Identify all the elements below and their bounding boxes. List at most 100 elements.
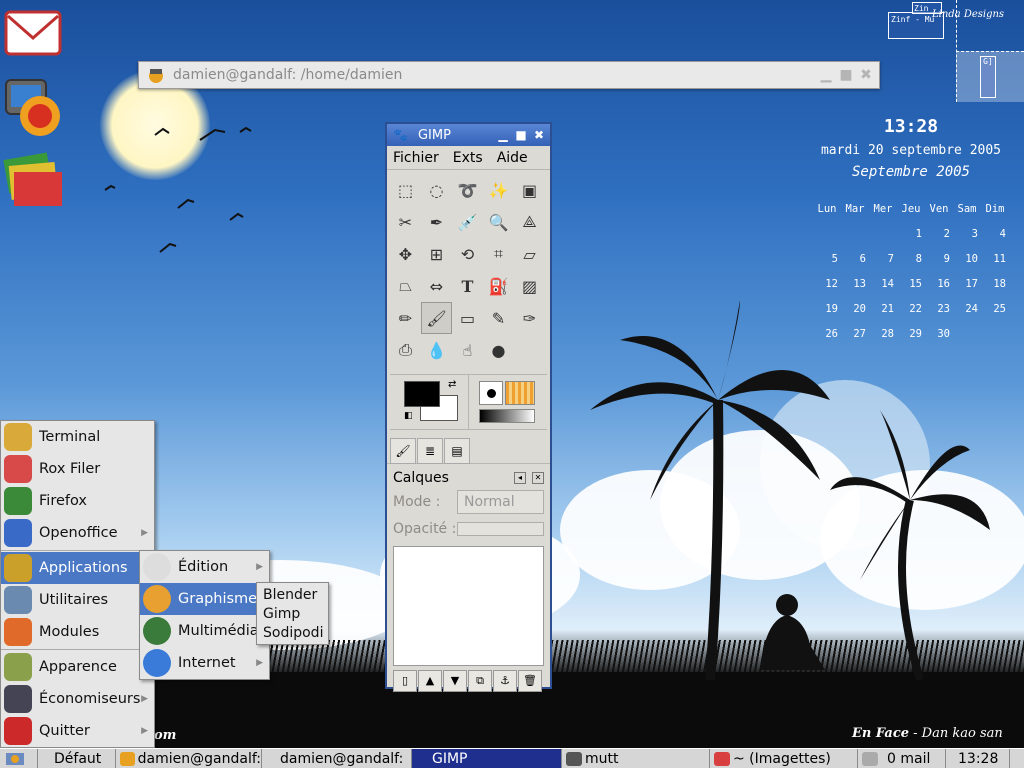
taskbar-task[interactable]: GIMP bbox=[412, 749, 562, 768]
submenu-item-app[interactable]: Gimp bbox=[257, 604, 328, 623]
brush-selector[interactable] bbox=[479, 381, 503, 405]
flip-icon[interactable]: ⇔ bbox=[421, 270, 452, 302]
tool-options-tab-icon[interactable]: 🖌 bbox=[390, 438, 416, 464]
ellipse-select-icon[interactable]: ◌ bbox=[421, 174, 452, 206]
minimize-button[interactable]: ▁ bbox=[496, 128, 510, 142]
transform-icon[interactable]: ⟲ bbox=[452, 238, 483, 270]
layer-list[interactable] bbox=[393, 546, 544, 666]
dock-menu-icon[interactable]: ◂ bbox=[514, 472, 526, 484]
menu-item-applications-gear[interactable]: Applications▶ bbox=[1, 552, 154, 584]
dock-close-icon[interactable]: ✕ bbox=[532, 472, 544, 484]
mail-envelope-icon[interactable] bbox=[2, 2, 66, 66]
align-icon[interactable]: ⊞ bbox=[421, 238, 452, 270]
menu-item-openoffice[interactable]: Openoffice ▶ bbox=[1, 517, 154, 549]
taskbar-task[interactable]: damien@gandalf: bbox=[262, 749, 412, 768]
layers-tab-icon[interactable]: ≣ bbox=[417, 438, 443, 464]
color-swatches: ⇄ ◧ bbox=[390, 375, 468, 429]
submenu-item-app[interactable]: Sodipodi bbox=[257, 623, 328, 642]
submenu-item-quill[interactable]: Édition ▶ bbox=[140, 551, 269, 583]
duplicate-layer-icon[interactable]: ⧉ bbox=[468, 670, 492, 692]
menu-item-appearance[interactable]: Apparence▶ bbox=[1, 651, 154, 683]
weekday-label: Lun bbox=[817, 202, 837, 215]
wallpaper-caption-fragment: om bbox=[154, 728, 177, 743]
calendar-week: 1 2 3 4 bbox=[813, 221, 1013, 246]
dodge-icon[interactable]: ● bbox=[483, 334, 514, 366]
close-button[interactable]: ✖ bbox=[532, 128, 546, 142]
menu-item-screensaver[interactable]: Économiseurs ▶ bbox=[1, 683, 154, 715]
submenu-item-palette[interactable]: Graphisme▶ bbox=[140, 583, 269, 615]
mode-select[interactable]: Normal bbox=[457, 489, 544, 514]
gimp-titlebar[interactable]: 🐾 GIMP ▁ ■ ✖ bbox=[387, 124, 550, 146]
taskbar-task[interactable]: mutt bbox=[562, 749, 710, 768]
color-select-icon[interactable]: ▣ bbox=[514, 174, 545, 206]
opacity-slider[interactable] bbox=[457, 521, 544, 536]
submenu-item-multimedia[interactable]: Multimédia▶ bbox=[140, 615, 269, 647]
firefox-icon bbox=[4, 487, 32, 515]
scissors-icon[interactable]: ✂ bbox=[390, 206, 421, 238]
menu-item-quit[interactable]: Quitter ▶ bbox=[1, 715, 154, 747]
menu-item-modules-cube[interactable]: Modules▶ bbox=[1, 616, 154, 648]
paintbrush-icon[interactable]: 🖌 bbox=[421, 302, 452, 334]
maximize-button[interactable]: ■ bbox=[839, 68, 853, 82]
start-menu-icon[interactable] bbox=[0, 749, 38, 768]
submenu-item-globe[interactable]: Internet ▶ bbox=[140, 647, 269, 679]
channels-tab-icon[interactable]: ▤ bbox=[444, 438, 470, 464]
paths-icon[interactable]: ✒ bbox=[421, 206, 452, 238]
swap-colors-icon[interactable]: ⇄ bbox=[448, 379, 456, 390]
weekday-label: Dim bbox=[985, 202, 1005, 215]
calendar-day: 29 bbox=[909, 327, 922, 340]
menu-item-rox-filer[interactable]: Rox Filer bbox=[1, 453, 154, 485]
menu-fichier[interactable]: Fichier bbox=[393, 150, 439, 166]
airbrush-icon[interactable]: ✎ bbox=[483, 302, 514, 334]
crop-icon[interactable]: ⌗ bbox=[483, 238, 514, 270]
shell-monitor-icon[interactable] bbox=[2, 76, 66, 140]
eraser-icon[interactable]: ▭ bbox=[452, 302, 483, 334]
fuzzy-select-icon[interactable]: ✨ bbox=[483, 174, 514, 206]
smudge-icon[interactable]: ☝ bbox=[452, 334, 483, 366]
reset-colors-icon[interactable]: ◧ bbox=[404, 411, 413, 421]
gradient-selector[interactable] bbox=[479, 409, 535, 423]
menu-aide[interactable]: Aide bbox=[497, 150, 528, 166]
anchor-layer-icon[interactable]: ⚓ bbox=[493, 670, 517, 692]
blur-icon[interactable]: 💧 bbox=[421, 334, 452, 366]
maximize-button[interactable]: ■ bbox=[514, 128, 528, 142]
mail-notifier[interactable]: 0 mail bbox=[858, 749, 946, 768]
menu-item-firefox[interactable]: Firefox bbox=[1, 485, 154, 517]
menu-item-terminal-shell[interactable]: Terminal bbox=[1, 421, 154, 453]
pencil-icon[interactable]: ✏ bbox=[390, 302, 421, 334]
pattern-selector[interactable] bbox=[505, 381, 535, 405]
text-icon[interactable]: T bbox=[452, 270, 483, 302]
menu-item-label: Internet bbox=[178, 655, 236, 671]
move-icon[interactable]: ✥ bbox=[390, 238, 421, 270]
measure-icon[interactable]: ⟁ bbox=[514, 206, 545, 238]
taskbar-task[interactable]: ~ (Imagettes) bbox=[710, 749, 858, 768]
taskbar-desktop-label[interactable]: Défaut bbox=[38, 749, 116, 768]
submenu-arrow-icon: ▶ bbox=[141, 528, 148, 538]
lower-layer-icon[interactable]: ▼ bbox=[443, 670, 467, 692]
raise-layer-icon[interactable]: ▲ bbox=[418, 670, 442, 692]
lasso-icon[interactable]: ➰ bbox=[452, 174, 483, 206]
terminal-shell-icon bbox=[4, 423, 32, 451]
bucket-fill-icon[interactable]: ⛽ bbox=[483, 270, 514, 302]
minimize-button[interactable]: ▁ bbox=[819, 68, 833, 82]
gimp-toolbox-window[interactable]: 🐾 GIMP ▁ ■ ✖ Fichier Exts Aide ⬚ ◌ ➰ ✨ ▣ ✂ ✒ 💉 🔍… bbox=[385, 122, 552, 692]
foreground-color[interactable] bbox=[404, 381, 440, 407]
perspective-icon[interactable]: ▱ bbox=[514, 238, 545, 270]
submenu-item-app[interactable]: Blender bbox=[257, 585, 328, 604]
zoom-icon[interactable]: 🔍 bbox=[483, 206, 514, 238]
menu-exts[interactable]: Exts bbox=[453, 150, 483, 166]
taskbar-task[interactable]: damien@gandalf: bbox=[116, 749, 262, 768]
close-button[interactable]: ✖ bbox=[859, 68, 873, 82]
blend-icon[interactable]: ▨ bbox=[514, 270, 545, 302]
terminal-window[interactable]: damien@gandalf: /home/damien ▁ ■ ✖ bbox=[138, 61, 880, 89]
color-picker-icon[interactable]: 💉 bbox=[452, 206, 483, 238]
rect-select-icon[interactable]: ⬚ bbox=[390, 174, 421, 206]
menu-item-utilities[interactable]: Utilitaires▶ bbox=[1, 584, 154, 616]
pager-current-desktop[interactable] bbox=[956, 51, 1024, 102]
new-layer-icon[interactable]: ▯ bbox=[393, 670, 417, 692]
ink-icon[interactable]: ✑ bbox=[514, 302, 545, 334]
clone-icon[interactable]: ⎙ bbox=[390, 334, 421, 366]
delete-layer-icon[interactable]: 🗑 bbox=[518, 670, 542, 692]
stacked-folders-icon[interactable] bbox=[2, 150, 66, 214]
shear-icon[interactable]: ⏢ bbox=[390, 270, 421, 302]
